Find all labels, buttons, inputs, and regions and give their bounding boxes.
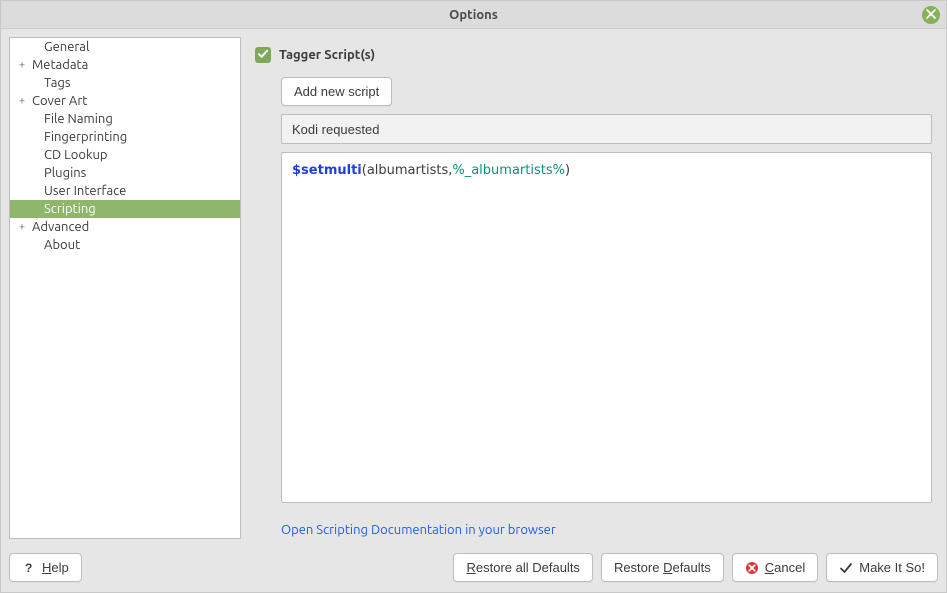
tagger-script-toggle-row: Tagger Script(s)	[255, 47, 932, 63]
dialog-footer: ? Help Restore all Defaults Restore Defa…	[1, 547, 946, 592]
token-plain: (albumartists,	[362, 163, 453, 178]
sidebar-item-advanced[interactable]: +Advanced	[10, 218, 240, 236]
sidebar-item-label: Plugins	[30, 164, 86, 182]
tagger-script-label: Tagger Script(s)	[279, 48, 375, 62]
restore-all-defaults-button[interactable]: Restore all Defaults	[453, 553, 592, 582]
scripting-content: Add new script $setmulti(albumartists,%_…	[255, 77, 932, 539]
help-button[interactable]: ? Help	[9, 553, 82, 582]
expander-icon[interactable]: +	[16, 56, 28, 74]
sidebar-item-plugins[interactable]: Plugins	[10, 164, 240, 182]
sidebar-item-label: General	[30, 38, 89, 56]
sidebar-item-label: Fingerprinting	[30, 128, 127, 146]
make-it-so-button[interactable]: Make It So!	[826, 553, 938, 582]
restore-defaults-label: Restore Defaults	[614, 560, 711, 575]
window-body: General+MetadataTags+Cover ArtFile Namin…	[1, 29, 946, 547]
scripting-docs-link[interactable]: Open Scripting Documentation in your bro…	[281, 523, 932, 537]
token-func: $setmulti	[292, 163, 362, 178]
script-editor[interactable]: $setmulti(albumartists,%_albumartists%)	[281, 152, 932, 503]
close-icon	[926, 8, 936, 22]
sidebar-item-fingerprinting[interactable]: Fingerprinting	[10, 128, 240, 146]
main-panel: Tagger Script(s) Add new script $setmult…	[255, 37, 938, 539]
sidebar-item-label: CD Lookup	[30, 146, 108, 164]
sidebar-item-cover-art[interactable]: +Cover Art	[10, 92, 240, 110]
sidebar-item-label: Cover Art	[30, 92, 87, 110]
token-plain: )	[565, 163, 570, 178]
svg-text:?: ?	[25, 561, 32, 575]
sidebar-item-label: Scripting	[30, 200, 96, 218]
add-new-script-button[interactable]: Add new script	[281, 77, 392, 106]
token-var: %_albumartists%	[452, 163, 565, 178]
check-icon	[257, 48, 269, 63]
window-title: Options	[449, 8, 498, 22]
sidebar-item-label: About	[30, 236, 80, 254]
add-new-script-label: Add new script	[294, 84, 379, 99]
sidebar-item-metadata[interactable]: +Metadata	[10, 56, 240, 74]
cancel-icon	[745, 561, 759, 575]
help-label: Help	[42, 560, 69, 575]
question-icon: ?	[22, 561, 36, 575]
add-script-row: Add new script	[281, 77, 932, 106]
sidebar-item-scripting[interactable]: Scripting	[10, 200, 240, 218]
sidebar-item-user-interface[interactable]: User Interface	[10, 182, 240, 200]
close-button[interactable]	[922, 6, 940, 24]
script-name-input[interactable]	[281, 114, 932, 144]
sidebar-item-general[interactable]: General	[10, 38, 240, 56]
tagger-script-checkbox[interactable]	[255, 47, 271, 63]
sidebar-item-label: Advanced	[30, 218, 89, 236]
options-window: Options General+MetadataTags+Cover ArtFi…	[0, 0, 947, 593]
restore-defaults-button[interactable]: Restore Defaults	[601, 553, 724, 582]
check-icon	[839, 561, 853, 575]
restore-all-label: Restore all Defaults	[466, 560, 579, 575]
sidebar-item-label: Metadata	[30, 56, 88, 74]
cancel-label: Cancel	[765, 560, 805, 575]
sidebar-item-tags[interactable]: Tags	[10, 74, 240, 92]
sidebar-item-label: Tags	[30, 74, 71, 92]
sidebar-item-about[interactable]: About	[10, 236, 240, 254]
options-tree[interactable]: General+MetadataTags+Cover ArtFile Namin…	[9, 37, 241, 539]
titlebar: Options	[1, 1, 946, 29]
expander-icon[interactable]: +	[16, 218, 28, 236]
sidebar-item-file-naming[interactable]: File Naming	[10, 110, 240, 128]
expander-icon[interactable]: +	[16, 92, 28, 110]
sidebar-item-cd-lookup[interactable]: CD Lookup	[10, 146, 240, 164]
cancel-button[interactable]: Cancel	[732, 553, 818, 582]
sidebar-item-label: User Interface	[30, 182, 126, 200]
sidebar-item-label: File Naming	[30, 110, 113, 128]
make-it-so-label: Make It So!	[859, 560, 925, 575]
